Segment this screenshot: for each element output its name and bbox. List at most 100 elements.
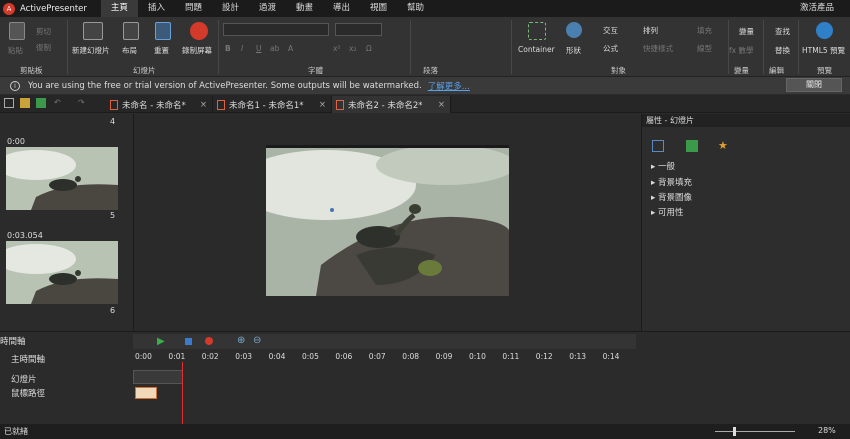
- menu-view[interactable]: 視圖: [360, 0, 397, 17]
- paste-icon[interactable]: [9, 22, 25, 40]
- menu-insert[interactable]: 插入: [138, 0, 175, 17]
- menu-questions[interactable]: 問題: [175, 0, 212, 17]
- slide-thumbnail[interactable]: [6, 241, 118, 304]
- find-button[interactable]: 查找: [775, 26, 790, 37]
- zoom-slider-handle[interactable]: [733, 427, 736, 436]
- close-tab-icon[interactable]: ×: [438, 100, 445, 110]
- section-background-fill[interactable]: ▸ 背景填充: [651, 176, 692, 188]
- zoom-in-icon[interactable]: ⊕: [237, 335, 245, 346]
- tab-title: 未命名1 - 未命名1*: [229, 100, 304, 111]
- slide-number: 4: [110, 117, 116, 126]
- math-button[interactable]: fx 數學: [729, 45, 753, 56]
- timeline-tick: 0:01: [168, 352, 186, 361]
- timeline-tick: 0:06: [335, 352, 353, 361]
- record-screen-icon[interactable]: [190, 22, 208, 40]
- arrange-button[interactable]: 排列: [643, 25, 658, 36]
- shape-icon[interactable]: [566, 22, 582, 38]
- close-notice-button[interactable]: 關閉: [786, 78, 842, 92]
- cut-button[interactable]: 剪切: [36, 26, 51, 37]
- track-mouse-path[interactable]: 鼠標路徑: [11, 387, 45, 399]
- paste-button[interactable]: 粘貼: [8, 45, 23, 56]
- tab-document-2[interactable]: 未命名1 - 未命名1* ×: [213, 96, 332, 113]
- playhead[interactable]: [182, 362, 183, 424]
- reset-icon[interactable]: [155, 22, 171, 40]
- font-family-select[interactable]: [223, 23, 329, 36]
- track-slide[interactable]: 幻燈片: [11, 373, 37, 385]
- timeline-tick: 0:12: [535, 352, 553, 361]
- general-tab-icon[interactable]: [652, 140, 664, 152]
- menu-animations[interactable]: 動畫: [286, 0, 323, 17]
- copy-button[interactable]: 復制: [36, 42, 51, 53]
- timeline-tick: 0:10: [469, 352, 486, 361]
- italic-button[interactable]: I: [241, 44, 243, 53]
- layout-icon[interactable]: [123, 22, 139, 40]
- font-color-button[interactable]: A: [288, 44, 293, 53]
- quick-style-button[interactable]: 快捷樣式: [643, 43, 673, 54]
- zoom-slider[interactable]: [715, 431, 795, 432]
- symbol-button[interactable]: Ω: [366, 44, 372, 53]
- play-icon[interactable]: ▶: [157, 336, 165, 347]
- menu-export[interactable]: 導出: [323, 0, 360, 17]
- properties-title: 屬性 - 幻燈片: [642, 114, 850, 127]
- reset-button[interactable]: 重置: [154, 45, 169, 56]
- superscript-button[interactable]: x²: [333, 44, 340, 53]
- slide-thumbnail[interactable]: [6, 147, 118, 210]
- activate-product-link[interactable]: 激活產品: [800, 0, 834, 17]
- close-tab-icon[interactable]: ×: [319, 100, 326, 110]
- section-background-image[interactable]: ▸ 背景圖像: [651, 191, 692, 203]
- slide-track-bar[interactable]: [133, 370, 183, 384]
- variables-group-label: 變量: [734, 66, 749, 75]
- tab-title: 未命名2 - 未命名2*: [348, 100, 423, 111]
- font-size-select[interactable]: [335, 23, 382, 36]
- redo-icon[interactable]: ↷: [78, 98, 88, 108]
- menu-home[interactable]: 主頁: [100, 0, 138, 17]
- outline-button[interactable]: 線型: [697, 43, 712, 54]
- strikethrough-button[interactable]: ab: [270, 44, 279, 53]
- subscript-button[interactable]: x₂: [349, 44, 356, 53]
- timeline-tick: 0:00: [135, 352, 152, 361]
- menu-transitions[interactable]: 過渡: [249, 0, 286, 17]
- timeline-tick: 0:14: [602, 352, 620, 361]
- close-tab-icon[interactable]: ×: [200, 100, 207, 110]
- mouse-path-keyframe[interactable]: [135, 387, 157, 399]
- interaction-tab-icon[interactable]: ★: [718, 140, 730, 152]
- section-general[interactable]: ▸ 一般: [651, 160, 675, 172]
- tab-document-1[interactable]: 未命名 - 未命名* ×: [106, 96, 213, 113]
- tab-document-3[interactable]: 未命名2 - 未命名2* ×: [332, 96, 451, 113]
- bold-button[interactable]: B: [225, 44, 231, 53]
- replace-button[interactable]: 替換: [775, 45, 790, 56]
- shape-button[interactable]: 形狀: [566, 45, 581, 56]
- container-button[interactable]: Container: [518, 45, 555, 54]
- menu-design[interactable]: 設計: [212, 0, 249, 17]
- section-accessibility-label: 可用性: [657, 208, 684, 218]
- variable-button[interactable]: 變量: [739, 26, 754, 37]
- section-accessibility[interactable]: ▸ 可用性: [651, 206, 683, 218]
- html5-preview-button[interactable]: HTML5 預覽: [802, 45, 845, 56]
- interaction-button[interactable]: 交互: [603, 25, 618, 36]
- menu-help[interactable]: 幫助: [397, 0, 434, 17]
- font-group-label: 字體: [308, 66, 323, 75]
- slides-group-label: 幻燈片: [133, 66, 156, 75]
- fill-button[interactable]: 填充: [697, 25, 712, 36]
- save-icon[interactable]: [36, 98, 46, 108]
- section-background-fill-label: 背景填充: [657, 178, 692, 188]
- learn-more-link[interactable]: 了解更多...: [428, 80, 470, 92]
- size-tab-icon[interactable]: [686, 140, 698, 152]
- layout-button[interactable]: 布局: [122, 45, 137, 56]
- undo-icon[interactable]: ↶: [54, 98, 64, 108]
- record-icon[interactable]: [205, 337, 213, 345]
- main-timeline-label[interactable]: 主時間軸: [11, 353, 45, 365]
- new-file-icon[interactable]: [4, 98, 14, 108]
- slide-editor[interactable]: [266, 145, 509, 296]
- slide-canvas: [135, 114, 640, 331]
- zoom-out-icon[interactable]: ⊖: [253, 335, 261, 346]
- stop-icon[interactable]: [185, 338, 192, 345]
- new-slide-button[interactable]: 新建幻燈片: [72, 45, 110, 56]
- container-icon[interactable]: [528, 22, 546, 40]
- new-slide-icon[interactable]: [83, 22, 103, 40]
- html5-preview-icon[interactable]: [816, 22, 833, 39]
- underline-button[interactable]: U: [256, 44, 262, 53]
- equation-button[interactable]: 公式: [603, 43, 618, 54]
- open-folder-icon[interactable]: [20, 98, 30, 108]
- record-screen-button[interactable]: 錄制屏幕: [182, 45, 212, 56]
